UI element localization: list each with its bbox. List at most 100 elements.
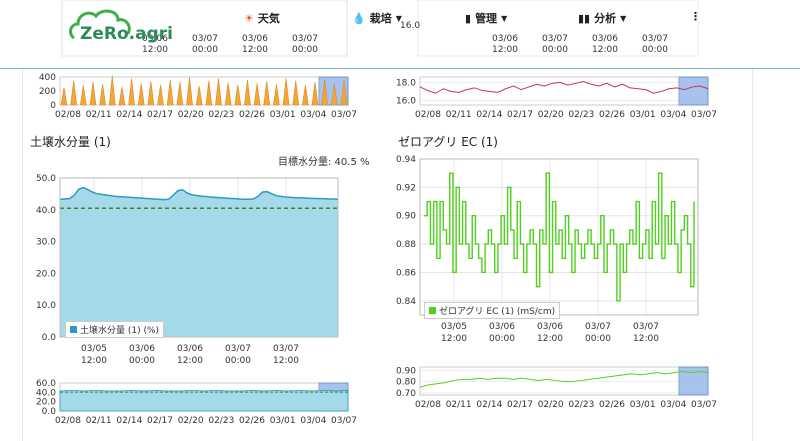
nav-management-label: 管理 bbox=[475, 12, 498, 25]
nav-y-tick: 16.0 bbox=[396, 96, 416, 106]
x-axis-tick: 03/05 bbox=[441, 322, 467, 332]
nav-x-tick: 02/14 bbox=[476, 110, 502, 120]
x-axis-tick: 03/07 bbox=[633, 322, 659, 332]
top-navbar: 03/06 12:00 03/07 00:00 03/06 12:00 03/07 00:00… bbox=[0, 0, 800, 69]
nav-x-tick: 02/08 bbox=[55, 110, 81, 120]
nav-spike bbox=[128, 78, 135, 106]
x-axis-tick: 03/06 bbox=[489, 322, 515, 332]
y-axis-tick: 30.0 bbox=[36, 238, 56, 248]
nav-x-tick: 02/08 bbox=[415, 110, 441, 120]
x-axis-tick: 12:00 bbox=[273, 356, 299, 366]
sun-icon: ☀ bbox=[244, 11, 254, 25]
nav-x-tick: 02/26 bbox=[599, 400, 625, 410]
nav-cultivation-label: 栽培 bbox=[369, 12, 392, 25]
nav-x-tick: 02/20 bbox=[178, 110, 204, 120]
y-axis-tick: 0.0 bbox=[42, 333, 57, 343]
x-axis-tick: 00:00 bbox=[129, 356, 155, 366]
nav-spike bbox=[166, 79, 174, 106]
nav-x-tick: 03/04 bbox=[660, 400, 686, 410]
nav-frame bbox=[419, 366, 709, 396]
strip-right-yaxis: 16.0 bbox=[400, 21, 420, 31]
nav-x-tick: 02/23 bbox=[208, 416, 234, 426]
nav-x-tick: 02/20 bbox=[538, 110, 564, 120]
y-axis-tick: 0.94 bbox=[396, 155, 416, 165]
zero-agri-logo[interactable]: ZeRo.agri bbox=[66, 6, 176, 50]
nav-spike bbox=[282, 78, 290, 106]
nav-x-tick: 03/07 bbox=[691, 400, 717, 410]
nav-x-tick: 02/17 bbox=[507, 400, 533, 410]
nav-x-tick: 02/11 bbox=[86, 416, 112, 426]
nav-x-tick: 02/17 bbox=[507, 110, 533, 120]
nav-x-tick: 02/17 bbox=[147, 416, 173, 426]
nav-area bbox=[59, 390, 349, 412]
y-axis-tick: 10.0 bbox=[36, 301, 56, 311]
navigator-right-top[interactable]: 18.0 16.0 02/08 02/11 02/14 02/17 02/20 02/23 02… bbox=[380, 74, 740, 126]
x-axis-tick: 03/07 bbox=[225, 344, 251, 354]
x-axis-tick: 12:00 bbox=[81, 356, 107, 366]
y-axis-tick: 0.86 bbox=[396, 268, 416, 278]
nav-selection-range bbox=[678, 76, 709, 106]
strip-date-label: 03/06 bbox=[492, 34, 518, 44]
bar-chart-icon: ▮▮ bbox=[578, 11, 591, 25]
y-axis-tick: 40.0 bbox=[36, 206, 56, 216]
ec-title: ゼロアグリ EC (1) bbox=[398, 135, 498, 149]
nav-x-tick: 02/23 bbox=[208, 110, 234, 120]
strip-time-label: 12:00 bbox=[592, 45, 618, 55]
strip-right-ticks: 03/0612:0003/0700:0003/0612:0003/0700:00 bbox=[492, 34, 668, 55]
legend-swatch bbox=[70, 326, 77, 333]
navigator-left-bottom[interactable]: 60.040.020.00.002/08 02/11 02/14 02/17 02/20… bbox=[20, 379, 380, 432]
nav-spike bbox=[79, 85, 87, 106]
x-axis-tick: 03/05 bbox=[81, 344, 107, 354]
strip-date-label: 03/07 bbox=[292, 34, 318, 44]
book-icon: ▮ bbox=[465, 11, 472, 25]
nav-spike bbox=[157, 84, 164, 106]
y-axis-tick: 0.92 bbox=[396, 183, 416, 193]
nav-spike bbox=[60, 87, 68, 106]
nav-x-tick: 02/14 bbox=[476, 400, 502, 410]
more-menu-button[interactable]: ⋮ bbox=[690, 10, 701, 23]
nav-spike bbox=[263, 81, 271, 106]
y-axis-tick: 0.88 bbox=[396, 240, 416, 250]
nav-cultivation[interactable]: 💧 栽培 ▼ bbox=[352, 10, 402, 26]
nav-y-tick: 200 bbox=[39, 87, 56, 97]
nav-x-tick: 02/11 bbox=[446, 110, 472, 120]
x-axis-tick: 12:00 bbox=[177, 356, 203, 366]
soil-moisture-legend[interactable]: 土壌水分量 (1) (%) bbox=[65, 321, 165, 338]
more-icon: ⋮ bbox=[690, 10, 701, 23]
logo-text: ZeRo.agri bbox=[80, 24, 173, 44]
x-axis-tick: 03/06 bbox=[177, 344, 203, 354]
y-axis-tick: 20.0 bbox=[36, 269, 56, 279]
nav-x-tick: 03/07 bbox=[331, 416, 357, 426]
nav-spike bbox=[311, 81, 319, 106]
nav-x-tick: 03/07 bbox=[691, 110, 717, 120]
ec-chart[interactable]: 0.94 0.92 0.90 0.88 0.86 0.84 03/05 12:00 03/06 0… bbox=[380, 153, 740, 353]
x-axis-tick: 03/07 bbox=[273, 344, 299, 354]
y-axis-tick: 50.0 bbox=[36, 174, 56, 184]
x-axis-tick: 03/06 bbox=[537, 322, 563, 332]
x-axis-tick: 03/07 bbox=[585, 322, 611, 332]
nav-x-tick: 02/20 bbox=[538, 400, 564, 410]
x-axis-tick: 00:00 bbox=[585, 334, 611, 344]
chevron-down-icon: ▼ bbox=[620, 13, 627, 23]
nav-analysis-label: 分析 bbox=[594, 12, 617, 25]
nav-x-tick: 03/01 bbox=[270, 416, 296, 426]
soil-moisture-title: 土壌水分量 (1) bbox=[30, 135, 111, 149]
soil-moisture-chart[interactable]: 50.0 40.0 30.0 20.0 10.0 0.0 03/05 12:00 03/06 00… bbox=[20, 170, 380, 370]
nav-analysis[interactable]: ▮▮ 分析 ▼ bbox=[578, 10, 626, 26]
nav-management[interactable]: ▮ 管理 ▼ bbox=[465, 10, 507, 26]
target-moisture-label: 目標水分量: 40.5 % bbox=[278, 157, 370, 168]
nav-line bbox=[419, 80, 709, 94]
nav-weather-label: 天気 bbox=[257, 12, 280, 25]
navigator-right-bottom[interactable]: 0.90 0.800.7002/08 02/11 02/14 02/17 02/20 02/… bbox=[380, 364, 740, 416]
navigator-left-top[interactable]: 400200002/08 02/11 02/14 02/17 02/20 02/23 02/… bbox=[20, 73, 380, 126]
y-axis-tick: 0.84 bbox=[396, 297, 416, 307]
ec-line bbox=[424, 172, 695, 302]
ec-legend[interactable]: ゼロアグリ EC (1) (mS/cm) bbox=[424, 302, 561, 319]
nav-spike bbox=[205, 80, 213, 106]
nav-spike bbox=[70, 80, 77, 106]
nav-x-tick: 03/07 bbox=[331, 110, 357, 120]
nav-spike bbox=[234, 84, 242, 106]
nav-spike bbox=[253, 83, 261, 106]
nav-weather[interactable]: ☀ 天気 bbox=[244, 10, 280, 26]
strip-time-label: 00:00 bbox=[292, 45, 318, 55]
